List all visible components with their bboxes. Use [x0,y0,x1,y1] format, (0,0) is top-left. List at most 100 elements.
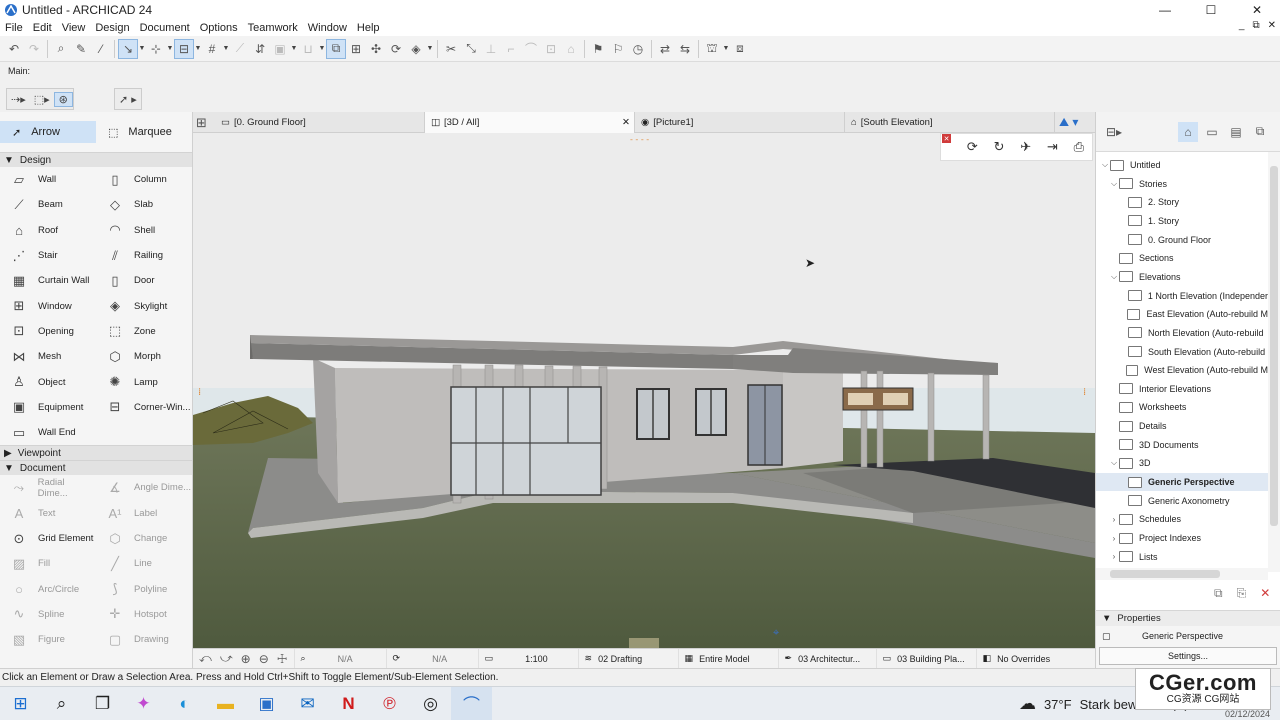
close-button[interactable]: ✕ [1234,0,1280,20]
archicad-taskbar-icon[interactable]: ⌒ [451,686,492,720]
adjust-icon[interactable]: ⤡ [461,39,481,59]
settings-button[interactable]: Settings... [1099,647,1277,665]
undo-zoom-icon[interactable]: ⤺ [199,651,212,666]
resize-icon[interactable]: ⊡ [541,39,561,59]
expand-toggle-icon[interactable]: ⌵ [1109,272,1119,282]
opening-tool[interactable]: ⊡ Opening [0,319,96,344]
stair-tool[interactable]: ⋰ Stair [0,243,96,268]
navigator-item-generic-axonometry[interactable]: Generic Axonometry [1096,492,1268,510]
chevron-down-icon[interactable]: ▼ [166,45,174,52]
navigator-vertical-scrollbar[interactable] [1268,152,1280,572]
suspend-groups-icon[interactable]: ⧉ [326,38,346,59]
pinterest-icon[interactable]: ℗ [369,687,410,720]
expand-toggle-icon[interactable]: › [1109,552,1119,561]
chevron-down-icon[interactable]: ▼ [290,45,298,52]
navigator-item-1-story[interactable]: 1. Story [1096,212,1268,230]
polyline-tool[interactable]: ⟆ Polyline [96,576,192,601]
change-tool[interactable]: ⬡ Change [96,526,192,551]
pick-up-icon[interactable]: ✎ [71,39,91,59]
beam-tool[interactable]: ⟋ Beam [0,192,96,217]
delete-icon[interactable]: ✕ [1260,586,1270,601]
navigator-item-south-elevation-auto-rebuild[interactable]: South Elevation (Auto-rebuild [1096,343,1268,361]
menu-teamwork[interactable]: Teamwork [243,22,303,34]
tab-3d-all[interactable]: ◫ [3D / All] ✕ [425,112,635,133]
palette-close-icon[interactable]: ✕ [942,134,951,143]
tab-ground-floor[interactable]: ▭ [0. Ground Floor] [215,112,425,133]
document-icon[interactable]: ⎙ [1074,139,1084,155]
navigator-item-untitled[interactable]: ⌵ Untitled [1096,156,1268,174]
exit-icon[interactable]: ⇥ [1047,139,1058,155]
navigator-item-interior-elevations[interactable]: Interior Elevations [1096,380,1268,398]
shell-tool[interactable]: ◠ Shell [96,218,192,243]
menu-options[interactable]: Options [195,22,243,34]
zoom-field[interactable]: ⌕ N/A [295,648,387,669]
zoom-out-icon[interactable]: ⊖ [259,652,269,666]
figure-tool[interactable]: ▧ Figure [0,627,96,652]
expand-toggle-icon[interactable]: ⌵ [1100,160,1110,170]
navigator-item-worksheets[interactable]: Worksheets [1096,398,1268,416]
layer-combination-field[interactable]: ≋ 02 Drafting [579,648,679,669]
group-icon[interactable]: ⊞ [346,39,366,59]
redo-icon[interactable]: ↷ [24,39,44,59]
clone-icon[interactable]: ⎘ [1237,586,1247,601]
menu-window[interactable]: Window [303,22,352,34]
zoom-in-icon[interactable]: ⊕ [241,652,251,666]
rotate-icon[interactable]: ⟳ [386,39,406,59]
tab-picture1[interactable]: ◉ [Picture1] [635,112,845,133]
expand-toggle-icon[interactable]: ⌵ [1109,179,1119,189]
tab-close-icon[interactable]: ✕ [622,117,630,128]
arrow-settings-icon[interactable]: ➚ ▸ [115,93,141,106]
teamwork-send-icon[interactable]: ⇄ [655,39,675,59]
label-tool[interactable]: A¹ Label [96,501,192,526]
marquee-tool[interactable]: ⬚ Marquee [96,121,192,143]
curtain-wall-tool[interactable]: ▦ Curtain Wall [0,268,96,293]
navigator-item-0-ground-floor[interactable]: 0. Ground Floor [1096,231,1268,249]
fillet-icon[interactable]: ⌐ [501,39,521,59]
angle-dime-tool[interactable]: ∡ Angle Dime... [96,475,192,500]
maximize-button[interactable]: ☐ [1188,0,1234,20]
flag-icon[interactable]: ⚑ [588,39,608,59]
grid-snap-icon[interactable]: # [202,39,222,59]
navigator-item-schedules[interactable]: › Schedules [1096,510,1268,528]
store-icon[interactable]: ▣ [246,687,287,720]
window-tool[interactable]: ⊞ Window [0,293,96,318]
chevron-down-icon[interactable]: ▼ [318,45,326,52]
chevron-down-icon[interactable]: ▼ [426,45,434,52]
wall-tool[interactable]: ▱ Wall [0,167,96,192]
morph-tool[interactable]: ⬡ Morph [96,344,192,369]
doc-close-button[interactable]: ✕ [1268,20,1276,31]
magic-wand-icon[interactable]: ⟋ [230,39,250,59]
expand-toggle-icon[interactable]: › [1109,534,1119,543]
fill-tool[interactable]: ▨ Fill [0,551,96,576]
trace-icon[interactable]: ⇵ [250,39,270,59]
task-view-icon[interactable]: ❐ [82,687,123,720]
lock-icon[interactable]: ⊔ [298,39,318,59]
roof-trim-icon[interactable]: ⌂ [561,39,581,59]
netflix-icon[interactable]: N [328,687,369,720]
navigator-item-elevations[interactable]: ⌵ Elevations [1096,268,1268,286]
tab-south-elevation[interactable]: ⌂ [South Elevation] [845,112,1055,133]
line-tool[interactable]: ╱ Line [96,551,192,576]
angle-field[interactable]: ⟳ N/A [387,648,479,669]
viewpoint-section-header[interactable]: ▶ Viewpoint [0,445,192,461]
find-select-icon[interactable]: ⌕ [51,39,71,59]
3d-window-icon[interactable]: ⧈ [730,39,750,59]
navigator-options-icon[interactable]: ⊟▸ [1104,122,1124,142]
weather-temp[interactable]: 37°F [1044,697,1072,712]
intersect-icon[interactable]: ⊥ [481,39,501,59]
pan-icon[interactable]: ☩ [277,652,288,666]
navigator-item-west-elevation-auto-rebuild-m[interactable]: West Elevation (Auto-rebuild M [1096,361,1268,379]
copilot-icon[interactable]: ✦ [123,687,164,720]
minimize-button[interactable]: — [1142,0,1188,20]
redo-zoom-icon[interactable]: ⤻ [220,651,233,666]
teamwork-receive-icon[interactable]: ⇆ [675,39,695,59]
doc-minimize-button[interactable]: _ [1239,20,1245,31]
navigator-item-3d[interactable]: ⌵ 3D [1096,454,1268,472]
column-tool[interactable]: ▯ Column [96,167,192,192]
publisher-icon[interactable]: ⧉ [1250,122,1270,142]
layout-book-icon[interactable]: ▤ [1226,122,1246,142]
chevron-down-icon[interactable]: ▼ [194,45,202,52]
drawing-tool[interactable]: ▢ Drawing [96,627,192,652]
document-section-header[interactable]: ▼ Document [0,460,192,476]
split-icon[interactable]: ✂ [441,39,461,59]
